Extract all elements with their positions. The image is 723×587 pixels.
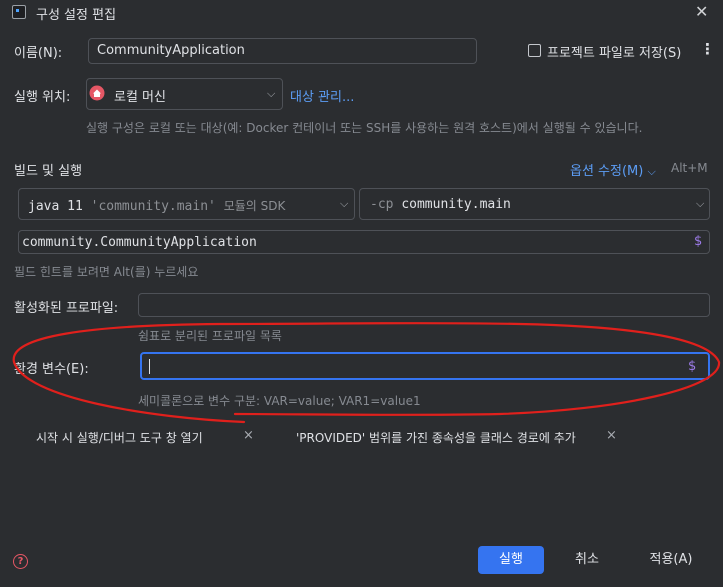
remove-option-close-icon[interactable]: ×	[606, 428, 617, 443]
option-tag-label: 시작 시 실행/디버그 도구 창 열기	[36, 431, 203, 445]
remove-option-close-icon[interactable]: ×	[243, 428, 254, 443]
cancel-button[interactable]: 취소	[557, 546, 617, 574]
apply-button[interactable]: 적용(A)	[640, 546, 702, 574]
option-tag-label: 'PROVIDED' 범위를 가진 종속성을 클래스 경로에 추가	[296, 431, 576, 445]
run-button[interactable]: 실행	[478, 546, 544, 574]
annotation-ellipse	[12, 322, 721, 424]
help-icon[interactable]: ?	[13, 554, 28, 569]
